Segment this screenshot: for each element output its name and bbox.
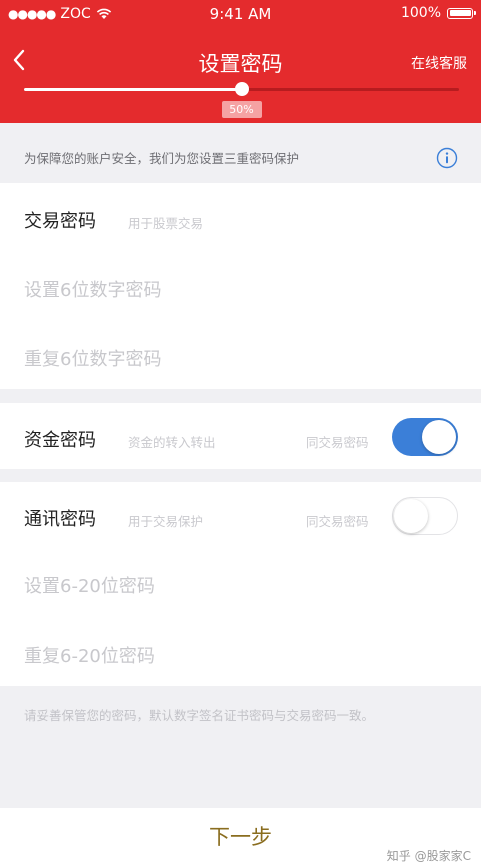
nav-bar: 设置密码 在线客服 xyxy=(0,38,481,82)
fund-same-as-trade-toggle[interactable] xyxy=(392,418,458,456)
progress-fill xyxy=(24,88,242,91)
comm-password-confirm-input[interactable]: 重复6-20位密码 xyxy=(24,642,155,668)
trade-password-title: 交易密码 xyxy=(24,211,96,232)
watermark: 知乎 @股家家C xyxy=(386,849,471,863)
trade-password-desc: 用于股票交易 xyxy=(128,216,204,231)
toggle-knob xyxy=(394,499,428,533)
comm-password-section: 通讯密码 用于交易保护 同交易密码 设置6-20位密码 重复6-20位密码 xyxy=(0,482,481,686)
online-service-link[interactable]: 在线客服 xyxy=(411,53,467,73)
toggle-knob xyxy=(422,420,456,454)
info-icon[interactable] xyxy=(436,147,458,169)
notice-text: 为保障您的账户安全，我们为您设置三重密码保护 xyxy=(24,151,300,166)
battery-percent: 100% xyxy=(400,5,441,21)
fund-password-section: 资金密码 资金的转入转出 同交易密码 xyxy=(0,403,481,469)
comm-same-as-trade-toggle[interactable] xyxy=(392,497,458,535)
comm-password-input[interactable]: 设置6-20位密码 xyxy=(24,572,155,598)
comm-password-desc: 用于交易保护 xyxy=(128,514,204,529)
comm-same-as-trade-label: 同交易密码 xyxy=(306,514,369,529)
battery-icon xyxy=(447,7,476,19)
fund-password-title: 资金密码 xyxy=(24,430,96,451)
progress-thumb xyxy=(234,82,249,96)
status-bar: ●●●●● ZOC 9:41 AM 100% xyxy=(0,0,481,28)
trade-password-input[interactable]: 设置6位数字密码 xyxy=(24,276,161,302)
progress-track xyxy=(24,82,459,96)
page-title: 设置密码 xyxy=(198,52,283,76)
fund-same-as-trade-label: 同交易密码 xyxy=(306,435,369,450)
footer-note: 请妥善保管您的密码，默认数字签名证书密码与交易密码一致。 xyxy=(24,708,375,723)
trade-password-confirm-input[interactable]: 重复6位数字密码 xyxy=(24,345,161,371)
header: ●●●●● ZOC 9:41 AM 100% 设置密码 在线客服 50% xyxy=(0,0,481,123)
progress-badge: 50% xyxy=(221,101,262,118)
trade-password-header: 交易密码 用于股票交易 xyxy=(0,183,481,253)
trade-password-section: 交易密码 用于股票交易 设置6位数字密码 重复6位数字密码 xyxy=(0,183,481,389)
security-notice: 为保障您的账户安全，我们为您设置三重密码保护 xyxy=(0,123,481,183)
fund-password-desc: 资金的转入转出 xyxy=(128,435,216,450)
comm-password-title: 通讯密码 xyxy=(24,509,96,530)
